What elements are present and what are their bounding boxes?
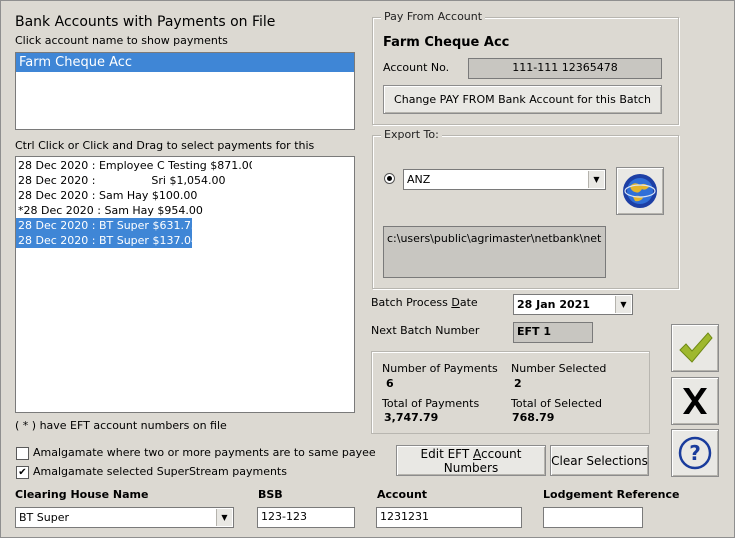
amalgamate-payee-label: Amalgamate where two or more payments ar… (33, 446, 376, 459)
export-to-group: Export To: ANZ ▼ c:\users\public\agrimas… (372, 128, 679, 289)
pay-from-legend: Pay From Account (381, 10, 486, 23)
eft-footnote: ( * ) have EFT account numbers on file (15, 419, 227, 432)
globe-icon (623, 174, 657, 208)
clearing-house-select[interactable]: BT Super ▼ (15, 507, 234, 528)
export-bank-value: ANZ (407, 173, 431, 186)
amalgamate-superstream-label: Amalgamate selected SuperStream payments (33, 465, 287, 478)
total-selected-label: Total of Selected (511, 397, 602, 410)
svg-text:?: ? (689, 441, 701, 465)
batch-date-label: Batch Process Date (371, 296, 478, 309)
num-payments-value: 6 (386, 377, 394, 390)
next-batch-field: EFT 1 (513, 322, 593, 343)
check-icon (679, 332, 713, 363)
help-button[interactable]: ? (671, 429, 719, 477)
export-to-legend: Export To: (381, 128, 442, 141)
lodgement-label: Lodgement Reference (543, 488, 680, 501)
account-field[interactable]: 1231231 (376, 507, 522, 528)
payment-item[interactable]: *28 Dec 2020 : Sam Hay $954.00 (16, 203, 252, 218)
num-selected-label: Number Selected (511, 362, 607, 375)
chevron-down-icon[interactable]: ▼ (615, 296, 631, 313)
total-selected-value: 768.79 (512, 411, 555, 424)
bank-accounts-list[interactable]: Farm Cheque Acc (15, 52, 355, 130)
lodgement-field[interactable] (543, 507, 643, 528)
account-no-field: 111-111 12365478 (468, 58, 662, 79)
chevron-down-icon[interactable]: ▼ (588, 171, 604, 188)
payment-item[interactable]: 28 Dec 2020 : BT Super $631.75 (16, 218, 192, 233)
pay-from-account-name: Farm Cheque Acc (383, 35, 510, 50)
summary-panel: Number of Payments 6 Number Selected 2 T… (371, 351, 650, 434)
account-no-label: Account No. (383, 61, 450, 74)
payment-item[interactable]: 28 Dec 2020 : Sri $1,054.00 (16, 173, 252, 188)
edit-eft-button[interactable]: Edit EFT Account Numbers (396, 445, 546, 476)
bsb-label: BSB (258, 488, 283, 501)
globe-button[interactable] (616, 167, 664, 215)
num-payments-label: Number of Payments (382, 362, 498, 375)
payments-list[interactable]: 28 Dec 2020 : Employee C Testing $871.00… (15, 156, 355, 413)
amalgamate-payee-checkbox[interactable] (16, 447, 29, 460)
export-radio[interactable] (384, 173, 395, 184)
batch-date-value: 28 Jan 2021 (517, 298, 590, 311)
ok-button[interactable] (671, 324, 719, 372)
clearing-house-label: Clearing House Name (15, 488, 149, 501)
total-payments-value: 3,747.79 (384, 411, 439, 424)
next-batch-label: Next Batch Number (371, 324, 480, 337)
export-bank-select[interactable]: ANZ ▼ (403, 169, 606, 190)
payment-item[interactable]: 28 Dec 2020 : Employee C Testing $871.00… (16, 158, 252, 173)
question-icon: ? (678, 436, 712, 470)
account-label: Account (377, 488, 428, 501)
batch-date-picker[interactable]: 28 Jan 2021 ▼ (513, 294, 633, 315)
bank-accounts-hint: Click account name to show payments (15, 34, 228, 47)
clear-selections-button[interactable]: Clear Selections (550, 445, 649, 476)
bank-accounts-title: Bank Accounts with Payments on File (15, 14, 276, 30)
clearing-house-value: BT Super (19, 511, 69, 524)
pay-from-group: Pay From Account Farm Cheque Acc Account… (372, 10, 679, 125)
bsb-field[interactable]: 123-123 (257, 507, 355, 528)
export-path-field: c:\users\public\agrimaster\netbank\net (383, 226, 606, 278)
payment-item[interactable]: 28 Dec 2020 : Sam Hay $100.00 (16, 188, 252, 203)
bank-account-item[interactable]: Farm Cheque Acc (16, 53, 354, 72)
change-pay-from-button[interactable]: Change PAY FROM Bank Account for this Ba… (383, 85, 662, 114)
num-selected-value: 2 (514, 377, 522, 390)
chevron-down-icon[interactable]: ▼ (216, 509, 232, 526)
window: Bank Accounts with Payments on File Clic… (0, 0, 735, 538)
payment-item[interactable]: 28 Dec 2020 : BT Super $137.04 (16, 233, 192, 248)
check-icon: ✔ (18, 467, 27, 478)
total-payments-label: Total of Payments (382, 397, 480, 410)
amalgamate-superstream-checkbox[interactable]: ✔ (16, 466, 29, 479)
cancel-button[interactable] (671, 377, 719, 425)
x-icon (683, 388, 707, 414)
payments-hint: Ctrl Click or Click and Drag to select p… (15, 139, 315, 152)
